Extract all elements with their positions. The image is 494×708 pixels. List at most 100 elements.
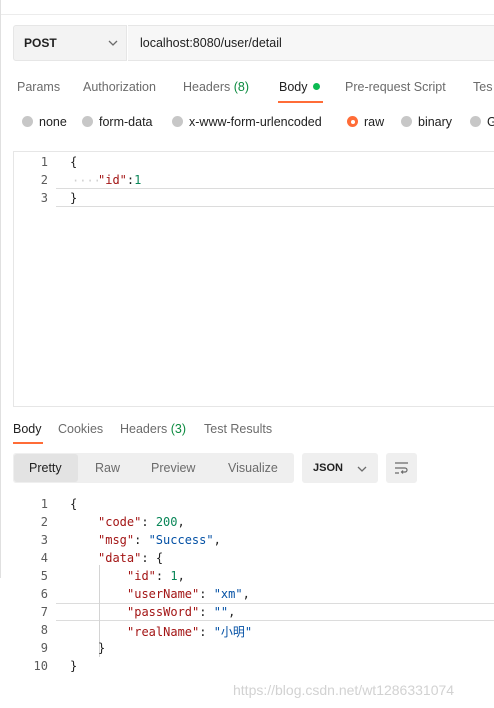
- active-line-highlight: [56, 188, 494, 207]
- view-visualize[interactable]: Visualize: [228, 461, 278, 475]
- radio-icon: [470, 116, 481, 127]
- line-number: 1: [40, 497, 48, 511]
- radio-graphql[interactable]: G: [470, 115, 494, 129]
- json-key: "id": [127, 569, 156, 583]
- radio-icon: [22, 116, 33, 127]
- headers-count: (8): [233, 80, 250, 94]
- wrap-lines-icon: [394, 461, 409, 480]
- radio-binary[interactable]: binary: [401, 115, 452, 129]
- json-key: "realName": [127, 625, 200, 639]
- json-value: "Success": [148, 533, 214, 547]
- radio-binary-label: binary: [418, 115, 453, 129]
- response-view-toggle: Pretty Raw Preview Visualize: [13, 453, 294, 483]
- json-value: 1: [134, 173, 142, 187]
- json-key: "code": [98, 515, 142, 529]
- method-select[interactable]: POST: [13, 25, 127, 61]
- line-number: 3: [40, 191, 48, 205]
- line-number: 5: [40, 569, 48, 583]
- tab-pre-request-script[interactable]: Pre-request Script: [345, 80, 446, 94]
- json-value: "小明": [213, 625, 253, 639]
- code-line: {: [70, 497, 78, 511]
- json-key: "msg": [98, 533, 135, 547]
- tab-params[interactable]: Params: [17, 80, 60, 94]
- view-preview[interactable]: Preview: [151, 461, 195, 475]
- json-key: "data": [98, 551, 142, 565]
- json-key: "userName": [127, 587, 200, 601]
- format-select[interactable]: JSON: [302, 453, 378, 483]
- line-number: 4: [40, 551, 48, 565]
- line-number: 2: [40, 515, 48, 529]
- tab-tests[interactable]: Tes: [473, 80, 492, 94]
- json-comma: ,: [177, 515, 185, 529]
- active-tab-indicator: [278, 101, 323, 103]
- code-line: }: [70, 191, 78, 205]
- line-number: 6: [40, 587, 48, 601]
- radio-icon: [401, 116, 412, 127]
- code-line: "passWord": "",: [127, 605, 236, 619]
- code-line: "id": 1,: [127, 569, 185, 583]
- wrap-lines-button[interactable]: [386, 453, 417, 483]
- json-brace: {: [155, 551, 164, 565]
- code-line: {: [70, 155, 78, 169]
- json-comma: ,: [242, 587, 250, 601]
- code-line: }: [70, 659, 78, 673]
- radio-icon: [82, 116, 93, 127]
- tab-body-label: Body: [279, 80, 308, 94]
- code-line: "code": 200,: [98, 515, 185, 529]
- response-tab-body[interactable]: Body: [13, 422, 42, 436]
- left-divider: [0, 0, 1, 578]
- radio-graphql-label: G: [487, 115, 494, 129]
- view-pretty[interactable]: Pretty: [29, 461, 62, 475]
- json-comma: ,: [213, 533, 221, 547]
- json-key: "id": [98, 173, 127, 187]
- response-active-line: [56, 603, 494, 621]
- response-headers-count: (3): [170, 422, 187, 436]
- radio-none-label: none: [39, 115, 67, 129]
- radio-selected-icon: [347, 116, 358, 127]
- code-line: "realName": "小明": [127, 625, 253, 639]
- code-line: "data": {: [98, 551, 164, 565]
- code-line: "id":1: [98, 173, 141, 187]
- url-text: localhost:8080/user/detail: [140, 36, 282, 50]
- tab-authorization[interactable]: Authorization: [83, 80, 156, 94]
- tab-headers[interactable]: Headers (8): [183, 80, 249, 94]
- radio-raw[interactable]: raw: [347, 115, 384, 129]
- json-value: "": [213, 605, 229, 619]
- json-comma: ,: [228, 605, 236, 619]
- tab-headers-label: Headers: [183, 80, 231, 94]
- line-number: 8: [40, 623, 48, 637]
- response-active-tab-indicator: [13, 442, 43, 444]
- format-label: JSON: [313, 462, 343, 474]
- url-input[interactable]: localhost:8080/user/detail: [128, 25, 494, 61]
- code-line: "msg": "Success",: [98, 533, 221, 547]
- code-line: }: [98, 641, 106, 655]
- code-line: "userName": "xm",: [127, 587, 250, 601]
- top-divider: [0, 14, 494, 15]
- line-number: 10: [33, 659, 48, 673]
- watermark: https://blog.csdn.net/wt1286331074: [233, 682, 455, 698]
- line-number: 2: [40, 173, 48, 187]
- response-tab-test-results[interactable]: Test Results: [204, 422, 272, 436]
- line-number: 7: [40, 605, 48, 619]
- json-key: "passWord": [127, 605, 200, 619]
- whitespace-dots: ····: [72, 174, 101, 188]
- radio-raw-label: raw: [364, 115, 385, 129]
- method-label: POST: [24, 36, 57, 50]
- response-tab-headers[interactable]: Headers (3): [120, 422, 186, 436]
- postman-window: POST localhost:8080/user/detail Params A…: [0, 0, 494, 708]
- tab-body[interactable]: Body: [279, 80, 320, 94]
- chevron-down-icon: [356, 462, 368, 480]
- json-value: 1: [170, 569, 178, 583]
- radio-icon: [172, 116, 183, 127]
- radio-urlencoded[interactable]: x-www-form-urlencoded: [172, 115, 322, 129]
- radio-form-data[interactable]: form-data: [82, 115, 153, 129]
- line-number: 1: [40, 155, 48, 169]
- response-tab-cookies[interactable]: Cookies: [58, 422, 103, 436]
- json-value: "xm": [213, 587, 243, 601]
- json-value: 200: [155, 515, 178, 529]
- json-comma: ,: [177, 569, 185, 583]
- radio-none[interactable]: none: [22, 115, 67, 129]
- line-number: 9: [40, 641, 48, 655]
- view-raw[interactable]: Raw: [95, 461, 120, 475]
- radio-form-data-label: form-data: [99, 115, 153, 129]
